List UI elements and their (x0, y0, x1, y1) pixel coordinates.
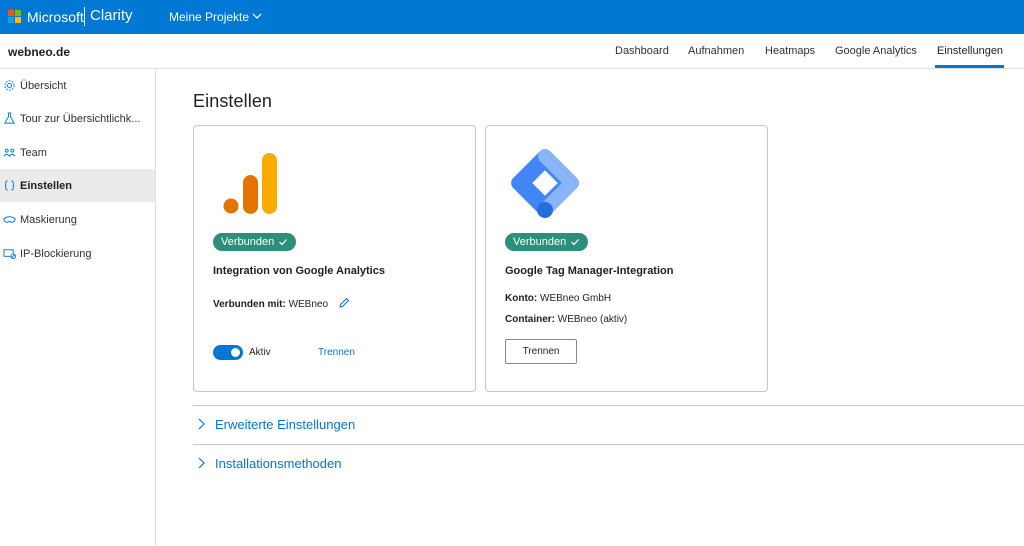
check-icon (571, 239, 580, 246)
disconnect-button[interactable]: Trennen (505, 339, 577, 364)
team-icon (3, 148, 16, 157)
check-icon (279, 239, 288, 246)
chevron-right-icon (198, 457, 205, 469)
top-bar: Microsoft Clarity Meine Projekte (0, 0, 1024, 34)
gear-icon (4, 80, 15, 91)
braces-icon (4, 180, 15, 191)
google-analytics-card: Verbunden Integration von Google Analyti… (193, 125, 476, 392)
edit-pencil-icon[interactable] (338, 297, 350, 309)
sidebar-item-label: IP-Blockierung (20, 247, 92, 260)
page-title: Einstellen (193, 91, 273, 111)
account-info: Konto: WEBneo GmbH (505, 293, 611, 304)
ip-block-icon (3, 249, 16, 260)
advanced-settings-expander[interactable]: Erweiterte Einstellungen (193, 405, 1024, 443)
expander-label: Erweiterte Einstellungen (215, 416, 356, 432)
expander-label: Installationsmethoden (215, 455, 342, 471)
tab-aufnahmen[interactable]: Aufnahmen (688, 45, 744, 57)
site-name: webneo.de (8, 45, 71, 59)
sidebar-item-label: Tour zur Übersichtlichk... (20, 112, 141, 125)
active-toggle[interactable] (213, 345, 243, 360)
sidebar-item-ip-blockierung[interactable]: IP-Blockierung (0, 237, 155, 270)
installation-methods-expander[interactable]: Installationsmethoden (193, 444, 1024, 482)
brand-name: Microsoft (27, 9, 84, 25)
google-analytics-icon (223, 153, 277, 214)
card-title: Integration von Google Analytics (213, 265, 385, 277)
projects-menu[interactable]: Meine Projekte (169, 10, 249, 24)
google-tag-manager-card: Verbunden Google Tag Manager-Integration… (485, 125, 768, 392)
sidebar-item-label: Team (20, 146, 47, 159)
tab-einstellungen[interactable]: Einstellungen (937, 45, 1003, 57)
active-tab-indicator (935, 65, 1004, 68)
product-name[interactable]: Clarity (90, 7, 133, 24)
mask-icon (3, 216, 16, 223)
sidebar-item-maskierung[interactable]: Maskierung (0, 203, 155, 236)
google-tag-manager-icon (511, 149, 579, 218)
connected-with-label: Verbunden mit: (213, 299, 286, 310)
connected-with-value: WEBneo (288, 299, 329, 310)
sidebar-item-label: Übersicht (20, 79, 67, 92)
sidebar-item-einstellen[interactable]: Einstellen (0, 169, 155, 202)
container-label: Container: (505, 314, 555, 325)
container-info: Container: WEBneo (aktiv) (505, 314, 627, 325)
tab-heatmaps[interactable]: Heatmaps (765, 45, 815, 57)
microsoft-logo-icon (8, 10, 22, 24)
connected-with: Verbunden mit: WEBneo (213, 299, 328, 310)
toggle-label: Aktiv (249, 347, 271, 358)
chevron-down-icon[interactable] (251, 10, 263, 22)
account-value: WEBneo GmbH (540, 293, 612, 304)
status-badge: Verbunden (505, 233, 589, 251)
status-badge-label: Verbunden (513, 236, 567, 248)
project-header: webneo.de Dashboard Aufnahmen Heatmaps G… (0, 34, 1024, 69)
tab-dashboard[interactable]: Dashboard (615, 45, 669, 57)
sidebar-item-label: Einstellen (20, 179, 72, 192)
sidebar-item-uebersicht[interactable]: Übersicht (0, 69, 155, 102)
account-label: Konto: (505, 293, 538, 304)
container-value: WEBneo (aktiv) (557, 314, 628, 325)
card-title: Google Tag Manager-Integration (505, 265, 674, 277)
sidebar: Übersicht Tour zur Übersichtlichk... Tea… (0, 69, 156, 546)
sidebar-item-label: Maskierung (20, 213, 77, 226)
flask-icon (4, 112, 15, 124)
status-badge: Verbunden (213, 233, 297, 251)
sidebar-item-team[interactable]: Team (0, 136, 155, 169)
brand-divider (84, 7, 85, 26)
chevron-right-icon (198, 418, 205, 430)
sidebar-item-tour[interactable]: Tour zur Übersichtlichk... (0, 102, 155, 135)
tab-google-analytics[interactable]: Google Analytics (835, 45, 917, 57)
status-badge-label: Verbunden (221, 236, 275, 248)
toggle-knob (231, 348, 240, 357)
disconnect-link[interactable]: Trennen (318, 347, 355, 358)
